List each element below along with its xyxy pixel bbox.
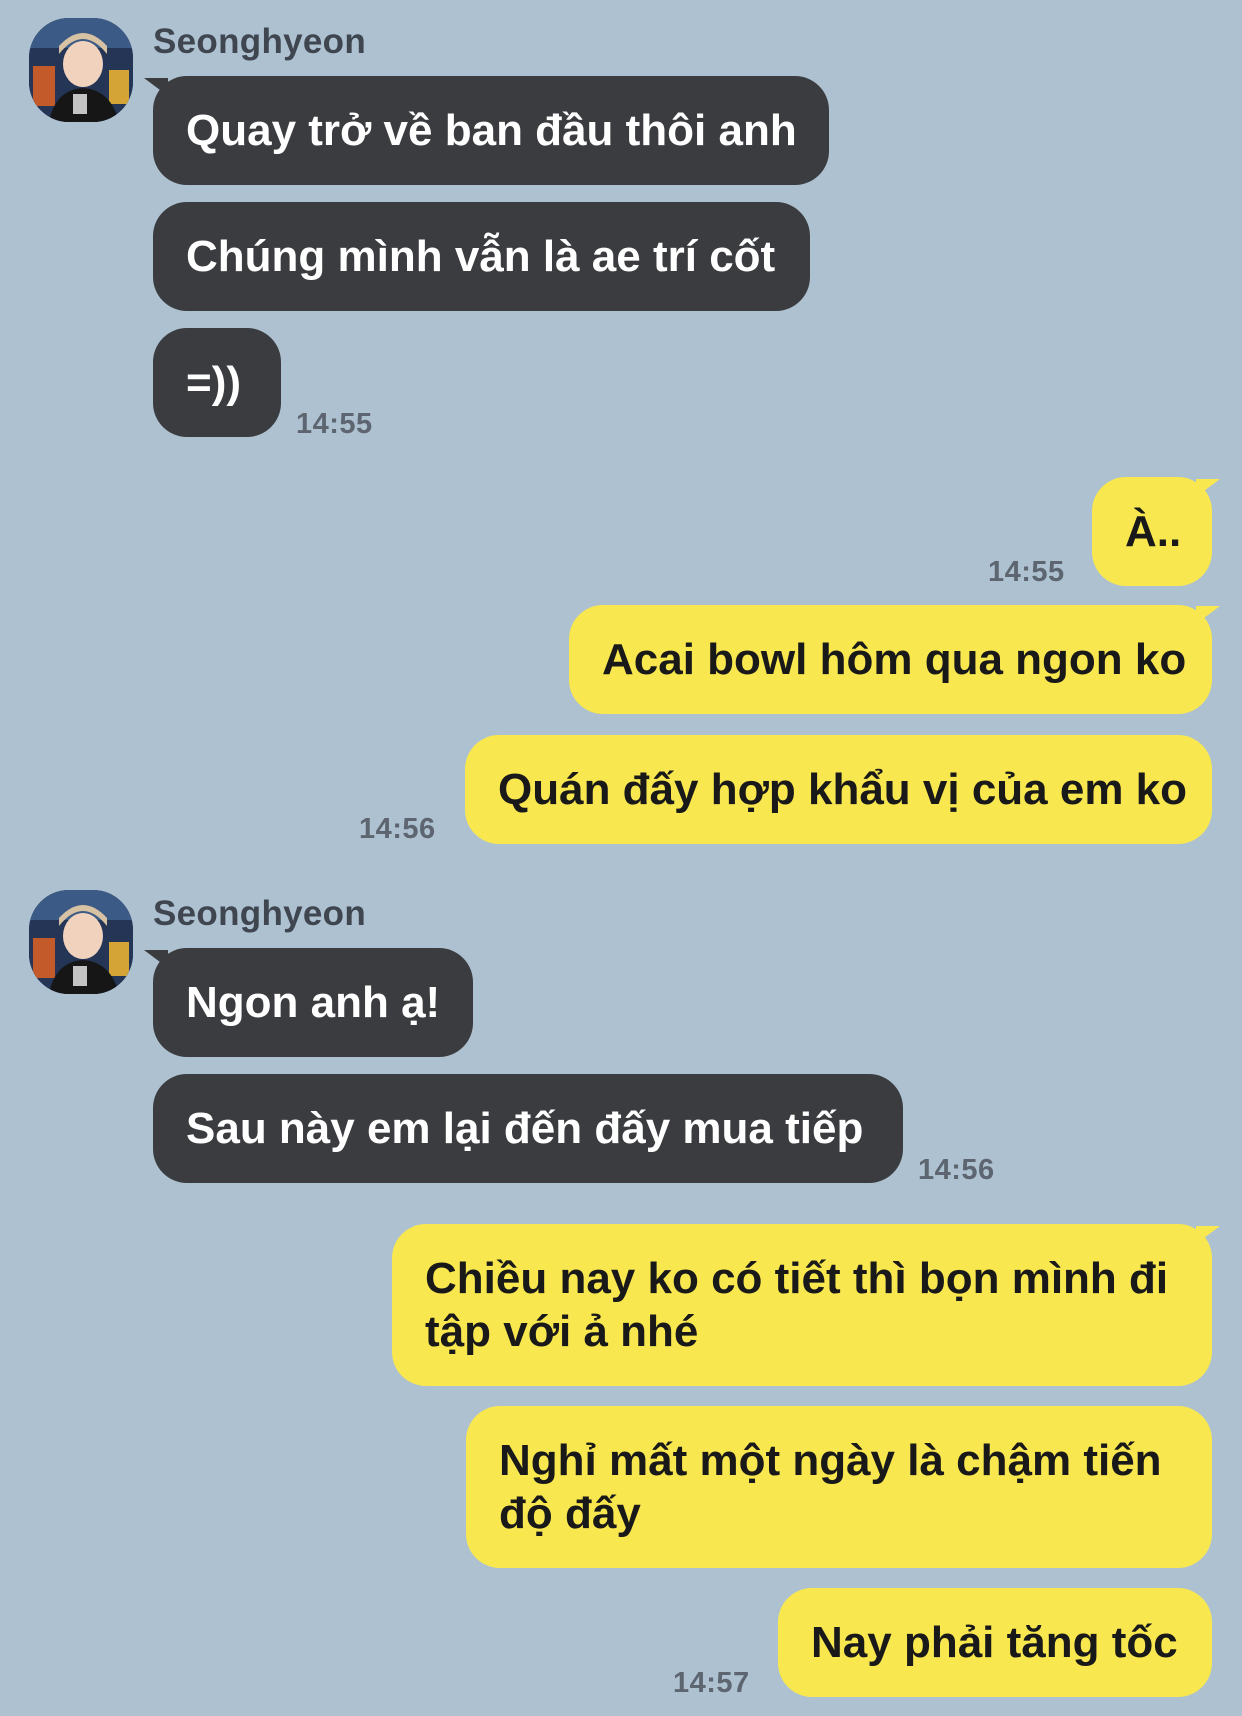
- message-bubble-outgoing[interactable]: Chiều nay ko có tiết thì bọn mình đi tập…: [392, 1224, 1212, 1386]
- message-bubble-incoming[interactable]: Ngon anh ạ!: [153, 948, 473, 1057]
- message-timestamp: 14:55: [988, 556, 1065, 588]
- message-bubble-outgoing[interactable]: Nghỉ mất một ngày là chậm tiến độ đấy: [466, 1406, 1212, 1568]
- message-timestamp: 14:56: [359, 813, 436, 845]
- sender-name: Seonghyeon: [153, 894, 367, 933]
- message-bubble-incoming[interactable]: Sau này em lại đến đấy mua tiếp: [153, 1074, 903, 1183]
- message-bubble-incoming[interactable]: =)): [153, 328, 281, 437]
- message-bubble-outgoing[interactable]: Acai bowl hôm qua ngon ko: [569, 605, 1212, 714]
- message-timestamp: 14:57: [673, 1667, 750, 1699]
- message-bubble-incoming[interactable]: Quay trở về ban đầu thôi anh: [153, 76, 829, 185]
- message-bubble-outgoing[interactable]: À..: [1092, 477, 1212, 586]
- avatar[interactable]: [29, 18, 133, 122]
- avatar[interactable]: [29, 890, 133, 994]
- message-bubble-outgoing[interactable]: Quán đấy hợp khẩu vị của em ko: [465, 735, 1212, 844]
- sender-name: Seonghyeon: [153, 22, 367, 61]
- avatar-photo: [29, 890, 133, 994]
- avatar-photo: [29, 18, 133, 122]
- message-bubble-outgoing[interactable]: Nay phải tăng tốc: [778, 1588, 1212, 1697]
- message-timestamp: 14:56: [918, 1154, 995, 1186]
- message-timestamp: 14:55: [296, 408, 373, 440]
- message-bubble-incoming[interactable]: Chúng mình vẫn là ae trí cốt: [153, 202, 810, 311]
